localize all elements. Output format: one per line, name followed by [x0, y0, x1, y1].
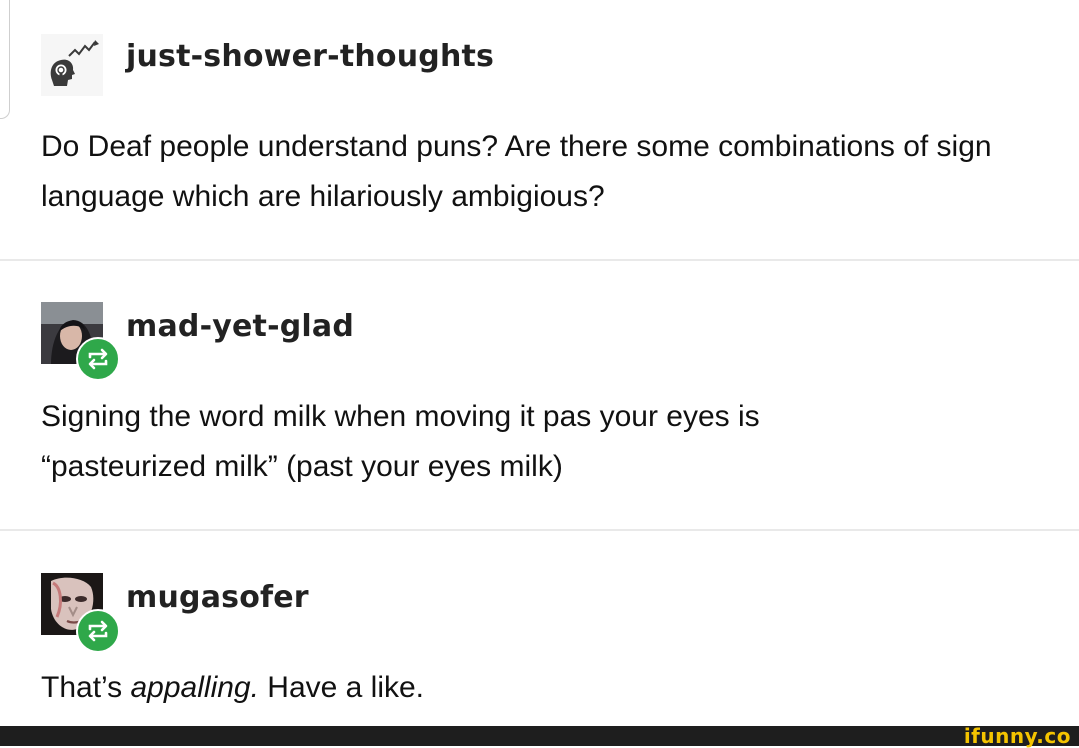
lightbulb-head-icon [50, 40, 99, 86]
post-text-part: Have a like. [258, 671, 425, 704]
avatar-just-shower-thoughts[interactable] [41, 34, 103, 96]
post-text-italic: appalling. [130, 671, 259, 704]
post-text: Do Deaf people understand puns? Are ther… [41, 130, 992, 213]
post-text: That’s appalling. Have a like. [41, 663, 1031, 713]
post-divider [0, 259, 1079, 261]
reblog-badge [76, 337, 120, 381]
post-mad-yet-glad: mad-yet-glad Signing the word milk when … [0, 262, 1079, 530]
footer-bar [0, 726, 1079, 746]
reblog-icon [88, 620, 108, 642]
post-divider [0, 529, 1079, 531]
reblog-badge [76, 609, 120, 653]
reblog-icon [88, 348, 108, 370]
post-text: Signing the word milk when moving it pas… [41, 400, 760, 483]
username[interactable]: just-shower-thoughts [126, 39, 494, 74]
post-just-shower-thoughts: just-shower-thoughts Do Deaf people unde… [0, 0, 1079, 260]
post-text-part: That’s [41, 671, 131, 704]
username[interactable]: mad-yet-glad [126, 309, 354, 344]
username[interactable]: mugasofer [126, 580, 309, 615]
ifunny-watermark: ifunny.co [963, 724, 1071, 748]
post-mugasofer: mugasofer That’s appalling. Have a like. [0, 532, 1079, 726]
